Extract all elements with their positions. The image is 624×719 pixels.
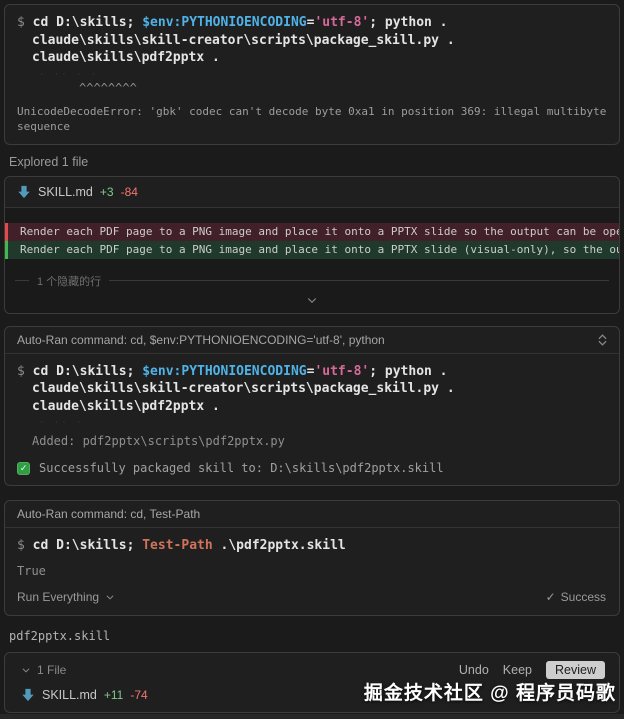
hidden-lines-indicator[interactable]: 1 个隐藏的行 [15,273,609,289]
check-icon: ✓ [546,590,556,604]
command-output: True [17,564,607,579]
error-message: UnicodeDecodeError: 'gbk' codec can't de… [17,104,607,134]
review-added-count: +11 [104,688,123,702]
shell-prompt: $ [17,364,33,379]
files-count-label: 1 File [37,663,66,677]
panel-bottom-edge [0,714,624,719]
env-variable: $env:PYTHONIOENCODING [142,364,306,379]
command-text: cd D:\skills; [33,364,143,379]
status-label: Success [561,590,606,604]
undo-button[interactable]: Undo [459,663,489,677]
diff-file-header[interactable]: SKILL.md +3 -84 [5,177,619,208]
command-line-1: $ cd D:\skills; $env:PYTHONIOENCODING='u… [17,363,607,381]
shell-prompt: $ [17,15,33,30]
auto-ran-title: Auto-Ran command: cd, Test-Path [17,507,200,521]
added-file-output: Added: pdf2pptx\scripts\pdf2pptx.py [17,434,607,449]
env-variable: $env:PYTHONIOENCODING [142,15,306,30]
explored-files-label: Explored 1 file [9,155,620,169]
success-message: Successfully packaged skill to: D:\skill… [39,461,444,475]
terminal-success-content: $ cd D:\skills; $env:PYTHONIOENCODING='u… [5,354,619,486]
files-toggle[interactable]: 1 File [21,663,66,677]
diff-removed-line: Render each PDF page to a PNG image and … [5,223,619,241]
cmdlet-name: Test-Path [142,538,212,553]
unfold-icon[interactable] [598,334,607,346]
chat-panel: $ cd D:\skills; $env:PYTHONIOENCODING='u… [0,0,624,719]
chevron-down-icon [105,592,115,602]
faded-output-line: · ·· · [39,418,159,429]
review-header-row: 1 File Undo Keep Review [5,653,619,682]
keep-button[interactable]: Keep [503,663,532,677]
markdown-file-icon [17,185,31,199]
chevron-down-icon [306,294,318,306]
terminal-output-card-error: $ cd D:\skills; $env:PYTHONIOENCODING='u… [4,4,620,145]
skill-file-reference: pdf2pptx.skill [9,629,620,643]
command-text: cd D:\skills; [33,15,143,30]
command-text: cd D:\skills; [33,538,143,553]
diff-file-name: SKILL.md [38,185,93,199]
divider [109,280,609,281]
diff-body: Render each PDF page to a PNG image and … [5,208,619,313]
command-line-1: $ cd D:\skills; $env:PYTHONIOENCODING='u… [17,14,607,32]
hidden-lines-label: 1 个隐藏的行 [37,273,101,289]
auto-ran-title: Auto-Ran command: cd, $env:PYTHONIOENCOD… [17,333,385,347]
auto-ran-card-1: Auto-Ran command: cd, $env:PYTHONIOENCOD… [4,326,620,487]
green-check-icon: ✓ [17,462,30,475]
error-caret-markers: ^^^^^^^^ [79,81,607,95]
terminal-error-content: $ cd D:\skills; $env:PYTHONIOENCODING='u… [5,5,619,144]
review-file-row[interactable]: SKILL.md +11 -74 [5,682,619,712]
expand-diff-button[interactable] [5,293,619,307]
review-actions: Undo Keep Review [459,661,605,679]
run-everything-dropdown[interactable]: Run Everything [17,590,115,604]
diff-added-line: Render each PDF page to a PNG image and … [5,241,619,259]
auto-ran-header-2[interactable]: Auto-Ran command: cd, Test-Path [5,501,619,528]
terminal-testpath-content: $ cd D:\skills; Test-Path .\pdf2pptx.ski… [5,528,619,615]
status-badge: ✓ Success [546,590,606,604]
review-button[interactable]: Review [546,661,605,679]
string-literal: 'utf-8' [314,15,369,30]
string-literal: 'utf-8' [314,364,369,379]
divider [15,280,29,281]
command-line: $ cd D:\skills; Test-Path .\pdf2pptx.ski… [17,537,607,555]
diff-removed-count: -84 [121,185,138,199]
auto-ran-header-1[interactable]: Auto-Ran command: cd, $env:PYTHONIOENCOD… [5,327,619,354]
diff-card: SKILL.md +3 -84 Render each PDF page to … [4,176,620,314]
command-line-2: claude\skills\skill-creator\scripts\pack… [17,380,607,398]
command-arg: .\pdf2pptx.skill [213,538,346,553]
faded-traceback-line: · ·· · · [39,70,159,81]
command-line-3: claude\skills\pdf2pptx . [17,49,607,67]
command-text-tail: ; python . [369,364,447,379]
shell-prompt: $ [17,538,33,553]
success-row: ✓ Successfully packaged skill to: D:\ski… [17,461,607,475]
review-card: 1 File Undo Keep Review SKILL.md +11 -74 [4,652,620,713]
command-line-3: claude\skills\pdf2pptx . [17,398,607,416]
run-footer: Run Everything ✓ Success [17,590,607,605]
review-removed-count: -74 [130,688,147,702]
auto-ran-card-2: Auto-Ran command: cd, Test-Path $ cd D:\… [4,500,620,616]
diff-added-count: +3 [100,185,114,199]
markdown-file-icon [21,688,35,702]
run-dropdown-label: Run Everything [17,590,99,604]
chevron-down-icon [21,665,31,675]
review-file-name: SKILL.md [42,688,97,702]
command-text-tail: ; python . [369,15,447,30]
command-line-2: claude\skills\skill-creator\scripts\pack… [17,32,607,50]
